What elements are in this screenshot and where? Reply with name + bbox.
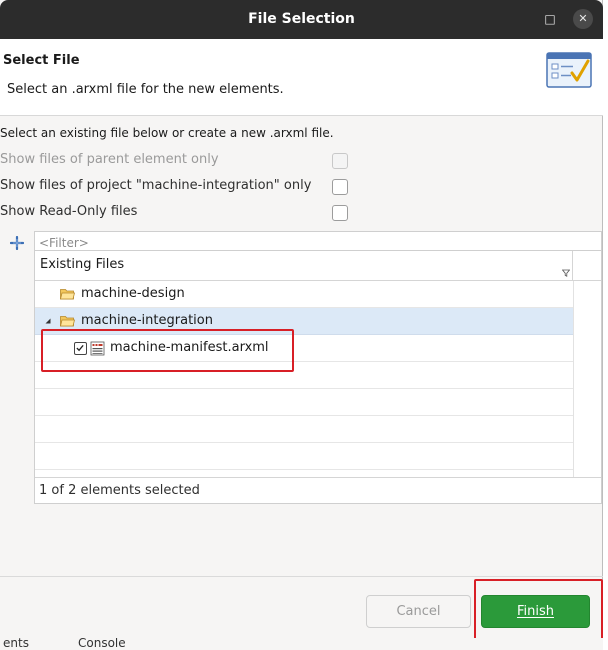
folder-open-icon xyxy=(60,316,75,327)
background-tab-right: Console xyxy=(78,638,126,650)
header-description: Select an .arxml file for the new elemen… xyxy=(7,82,284,97)
filter-box xyxy=(34,231,602,252)
option-project-only-label: Show files of project "machine-integrati… xyxy=(0,178,312,193)
intro-text: Select an existing file below or create … xyxy=(0,126,334,140)
minimize-icon: □ xyxy=(544,12,556,26)
title-bar[interactable]: File Selection □ ✕ xyxy=(0,0,603,39)
column-header-filler xyxy=(573,251,601,281)
tree-row-label: machine-design xyxy=(81,286,185,301)
tree-row-empty xyxy=(35,389,573,416)
highlight-finish-annotation xyxy=(474,579,603,640)
option-parent-only-label: Show files of parent element only xyxy=(0,152,219,167)
background-tab-left: ents xyxy=(3,638,29,650)
filter-input[interactable] xyxy=(35,234,601,252)
header-title: Select File xyxy=(3,53,80,68)
selection-status-bar: 1 of 2 elements selected xyxy=(35,477,601,503)
option-read-only-label: Show Read-Only files xyxy=(0,204,138,219)
background-tab-strip: ents Console xyxy=(0,638,603,650)
footer-separator xyxy=(0,576,603,577)
tree-row-empty xyxy=(35,443,573,470)
wizard-header: Select File Select an .arxml file for th… xyxy=(0,39,603,116)
option-read-only-checkbox[interactable] xyxy=(332,205,348,221)
window-title: File Selection xyxy=(248,11,355,27)
expand-arrow-icon[interactable] xyxy=(45,318,51,324)
tree-row-label: machine-integration xyxy=(81,313,213,328)
minimize-button[interactable]: □ xyxy=(540,9,560,29)
tree-row-empty xyxy=(35,416,573,443)
selection-status: 1 of 2 elements selected xyxy=(39,483,200,498)
highlight-file-annotation xyxy=(41,329,294,372)
close-button[interactable]: ✕ xyxy=(573,9,593,29)
add-file-icon[interactable] xyxy=(10,236,24,250)
tree-row-machine-design[interactable]: machine-design xyxy=(35,281,573,308)
column-header-label: Existing Files xyxy=(40,257,125,272)
column-divider xyxy=(573,281,574,477)
cancel-button[interactable]: Cancel xyxy=(366,595,471,628)
existing-files-tree[interactable]: Existing Files machine-design machine-in… xyxy=(34,251,602,504)
option-project-only-checkbox[interactable] xyxy=(332,179,348,195)
column-filter-icon[interactable] xyxy=(562,269,570,277)
wizard-checklist-icon xyxy=(546,52,592,88)
option-parent-only-checkbox[interactable] xyxy=(332,153,348,169)
folder-icon xyxy=(60,289,75,300)
close-icon: ✕ xyxy=(578,12,588,25)
column-header-existing-files[interactable]: Existing Files xyxy=(35,251,573,281)
file-selection-dialog: File Selection □ ✕ Select File Select an… xyxy=(0,0,603,650)
